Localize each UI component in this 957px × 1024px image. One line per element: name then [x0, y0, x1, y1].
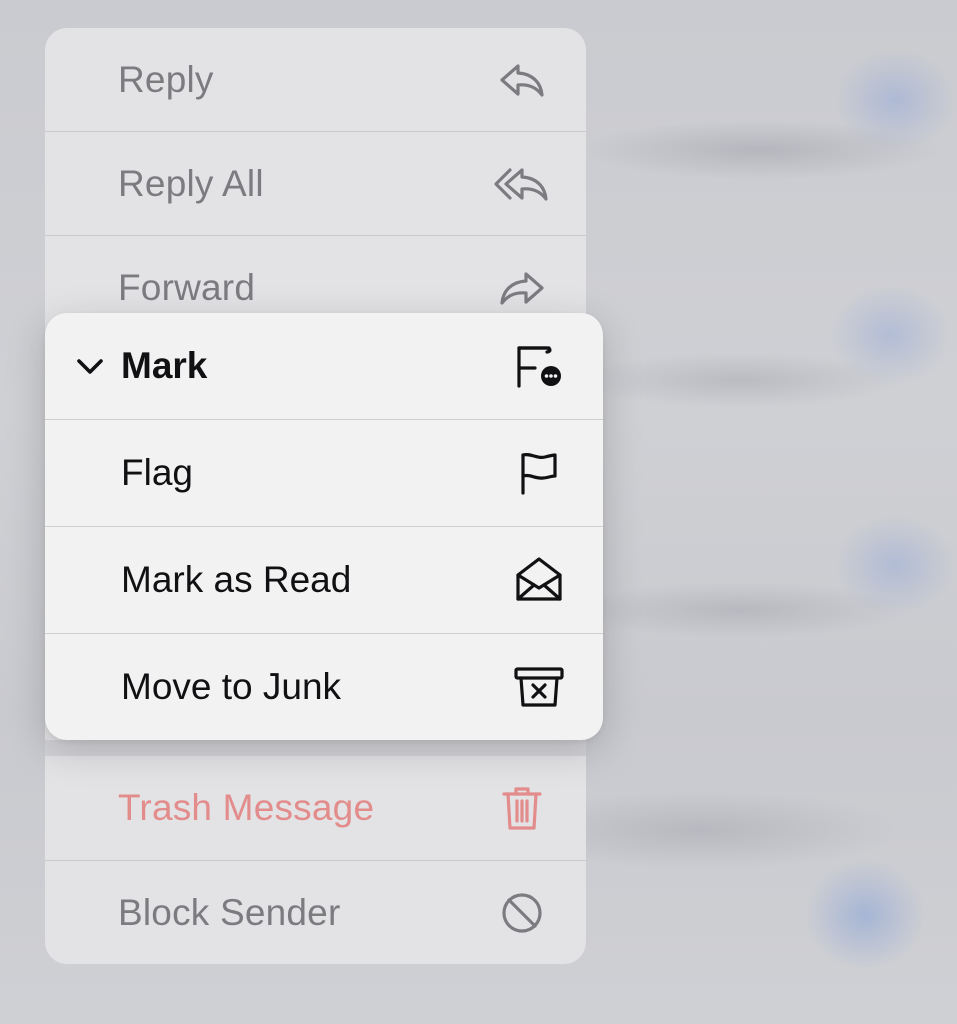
menu-item-mark-as-read[interactable]: Mark as Read	[45, 527, 603, 633]
block-icon	[494, 885, 550, 941]
menu-item-reply[interactable]: Reply	[45, 28, 586, 132]
menu-item-reply-all[interactable]: Reply All	[45, 132, 586, 236]
mark-submenu-title: Mark	[121, 345, 208, 386]
menu-item-label: Flag	[121, 452, 193, 493]
flag-more-icon	[511, 338, 567, 394]
mark-submenu-header[interactable]: Mark	[45, 313, 603, 419]
chevron-down-icon	[73, 349, 107, 383]
menu-item-label: Block Sender	[118, 892, 341, 933]
menu-item-label: Move to Junk	[121, 666, 342, 707]
menu-item-trash-message[interactable]: Trash Message	[45, 756, 586, 860]
menu-item-move-to-junk[interactable]: Move to Junk	[45, 634, 603, 740]
junk-bin-icon	[511, 659, 567, 715]
menu-item-label: Reply	[118, 59, 214, 100]
forward-icon	[494, 260, 550, 316]
reply-icon	[494, 52, 550, 108]
reply-all-icon	[494, 156, 550, 212]
menu-item-flag[interactable]: Flag	[45, 420, 603, 526]
mark-submenu: Mark Flag Mark as Read Move to Junk	[45, 313, 603, 740]
flag-icon	[511, 445, 567, 501]
menu-item-label: Reply All	[118, 163, 264, 204]
trash-icon	[494, 780, 550, 836]
menu-item-label: Trash Message	[118, 787, 375, 828]
menu-item-label: Forward	[118, 267, 256, 308]
menu-item-block-sender[interactable]: Block Sender	[45, 861, 586, 964]
menu-section-gap	[45, 740, 586, 756]
menu-item-label: Mark as Read	[121, 559, 352, 600]
envelope-open-icon	[511, 552, 567, 608]
